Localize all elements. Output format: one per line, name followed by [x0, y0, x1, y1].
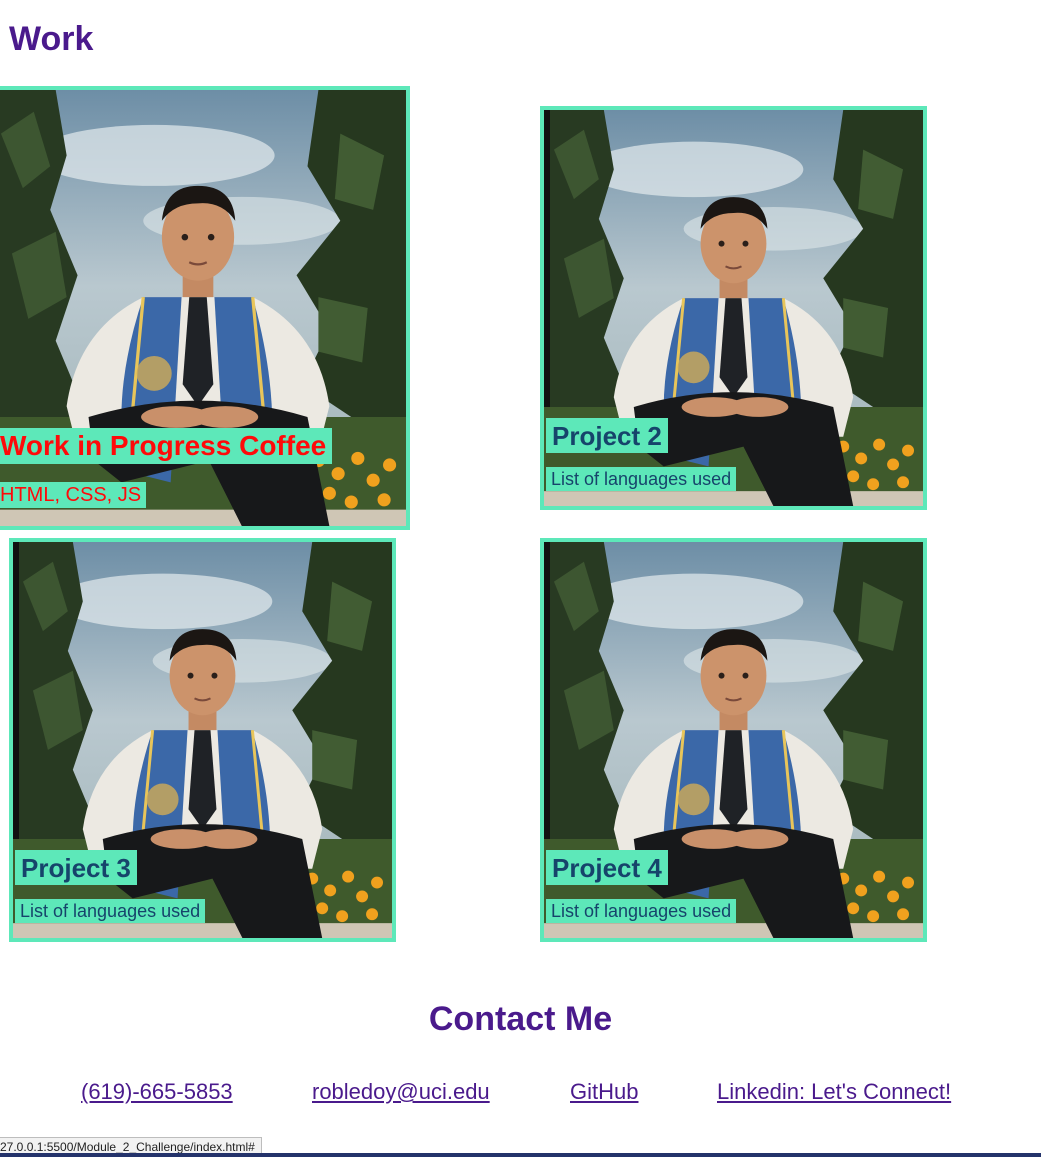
email-link[interactable]: robledoy@uci.edu	[312, 1079, 490, 1105]
contact-heading: Contact Me	[428, 1000, 613, 1038]
project-languages: List of languages used	[546, 899, 737, 923]
phone-link[interactable]: (619)-665-5853	[81, 1079, 233, 1105]
project-languages: List of languages used	[15, 899, 206, 923]
project-title: Project 2	[546, 418, 668, 453]
project-card-1[interactable]: Work in Progress Coffee HTML, CSS, JS	[0, 86, 410, 530]
project-card-3[interactable]: Project 3 List of languages used	[9, 538, 396, 942]
project-title: Project 4	[546, 850, 668, 885]
work-heading: Work	[9, 20, 94, 58]
project-card-2[interactable]: Project 2 List of languages used	[540, 106, 927, 510]
project-languages: List of languages used	[546, 467, 737, 491]
project-title: Work in Progress Coffee	[0, 428, 333, 464]
linkedin-link[interactable]: Linkedin: Let's Connect!	[717, 1079, 951, 1105]
project-card-4[interactable]: Project 4 List of languages used	[540, 538, 927, 942]
github-link[interactable]: GitHub	[570, 1079, 638, 1105]
project-title: Project 3	[15, 850, 137, 885]
footer-divider	[0, 1153, 1041, 1157]
project-languages: HTML, CSS, JS	[0, 482, 147, 508]
